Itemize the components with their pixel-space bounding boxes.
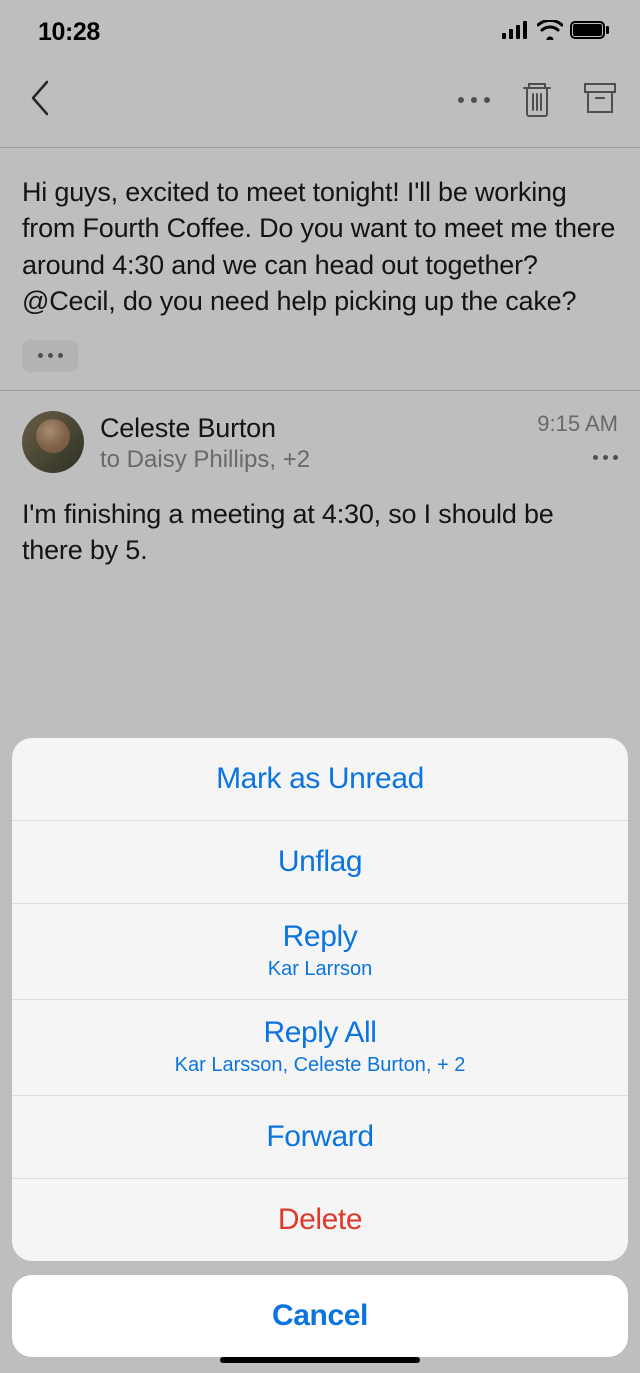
message-1: Hi guys, excited to meet tonight! I'll b… bbox=[0, 148, 640, 391]
more-actions-icon[interactable] bbox=[456, 92, 492, 110]
message-2-body: I'm finishing a meeting at 4:30, so I sh… bbox=[22, 496, 618, 569]
status-icons bbox=[502, 20, 610, 45]
forward-button[interactable]: Forward bbox=[12, 1096, 628, 1179]
battery-icon bbox=[570, 21, 610, 44]
mark-unread-button[interactable]: Mark as Unread bbox=[12, 738, 628, 821]
wifi-icon bbox=[537, 20, 563, 45]
reply-button[interactable]: Reply Kar Larrson bbox=[12, 904, 628, 1000]
status-bar: 10:28 bbox=[0, 0, 640, 58]
cancel-button[interactable]: Cancel bbox=[12, 1275, 628, 1357]
nav-bar bbox=[0, 58, 640, 148]
back-button[interactable] bbox=[22, 74, 58, 127]
sender-name[interactable]: Celeste Burton bbox=[100, 413, 521, 444]
status-time: 10:28 bbox=[38, 18, 100, 47]
trash-icon[interactable] bbox=[520, 78, 554, 123]
ellipsis-icon bbox=[38, 353, 63, 358]
home-indicator[interactable] bbox=[220, 1357, 420, 1363]
avatar[interactable] bbox=[22, 411, 84, 473]
archive-icon[interactable] bbox=[582, 80, 618, 121]
show-trimmed-content[interactable] bbox=[22, 340, 78, 372]
unflag-button[interactable]: Unflag bbox=[12, 821, 628, 904]
delete-button[interactable]: Delete bbox=[12, 1179, 628, 1261]
recipients[interactable]: to Daisy Phillips, +2 bbox=[100, 446, 521, 474]
message-1-body: Hi guys, excited to meet tonight! I'll b… bbox=[22, 174, 618, 320]
reply-all-button[interactable]: Reply All Kar Larsson, Celeste Burton, +… bbox=[12, 1000, 628, 1096]
message-2: Celeste Burton to Daisy Phillips, +2 9:1… bbox=[0, 391, 640, 569]
action-sheet: Mark as Unread Unflag Reply Kar Larrson … bbox=[0, 738, 640, 1373]
message-time: 9:15 AM bbox=[537, 411, 618, 437]
signal-icon bbox=[502, 21, 530, 44]
message-more-icon[interactable] bbox=[537, 455, 618, 460]
